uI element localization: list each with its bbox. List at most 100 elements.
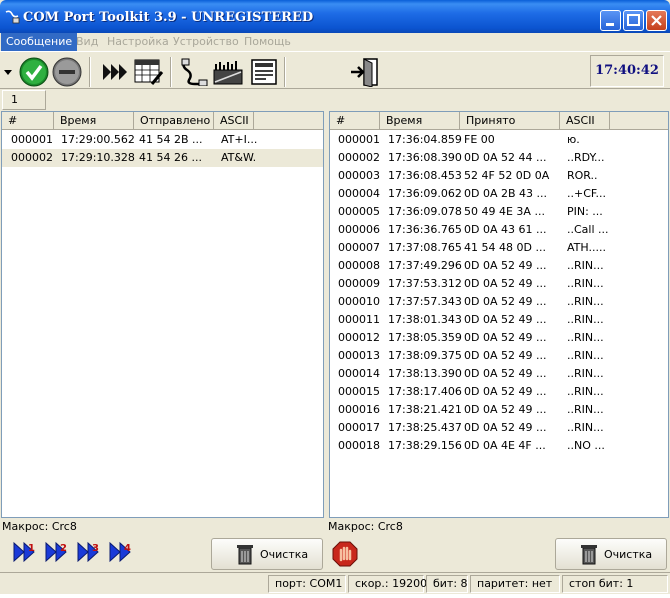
table-row[interactable]: 000005 17:36:09.078 50 49 4E 3A ... PIN: ..… [330,203,668,221]
table-row[interactable]: 000003 17:36:08.453 52 4F 52 0D 0A ROR.. [330,167,668,185]
fast-send-button[interactable] [100,57,130,87]
table-row[interactable]: 000013 17:38:09.375 0D 0A 52 49 ... ..RIN..… [330,347,668,365]
stop-button[interactable] [331,539,359,569]
header-sent[interactable]: Отправлено [134,112,214,130]
header-ascii[interactable]: ASCII [560,112,610,130]
menu-view[interactable]: Вид [71,33,103,51]
table-row[interactable]: 000015 17:38:17.406 0D 0A 52 49 ... ..RIN..… [330,383,668,401]
table-row[interactable]: 000002 17:29:10.328 41 54 26 ... AT&W. [2,149,323,167]
menu-message[interactable]: Сообщение [1,33,78,51]
cell-ascii: PIN: ... [567,205,603,218]
app-window: COM Port Toolkit 3.9 - UNREGISTERED Сооб… [0,0,670,594]
table-row[interactable]: 000010 17:37:57.343 0D 0A 52 49 ... ..RIN..… [330,293,668,311]
cell-hex: 0D 0A 2B 43 ... [464,187,548,200]
cell-hex: 0D 0A 52 49 ... [464,295,547,308]
terminal-button[interactable] [249,57,279,87]
device-settings-button[interactable] [213,57,243,87]
cell-time: 17:38:25.437 [388,421,462,434]
header-number[interactable]: # [330,112,380,130]
disconnect-button[interactable] [52,57,82,87]
right-clear-button[interactable]: Очистка [555,538,667,570]
macro-1-icon: 1 [13,541,35,563]
cell-time: 17:37:49.296 [388,259,462,272]
cell-ascii: ..RDY... [567,151,605,164]
toolbar-separator [89,57,91,87]
macro-2-button[interactable]: 2 [44,539,72,565]
menu-device[interactable]: Устройство [168,33,244,51]
menu-settings[interactable]: Настройка [102,33,174,51]
cell-ascii: ..RIN... [567,313,604,326]
cell-id: 000010 [338,295,380,308]
table-row[interactable]: 000016 17:38:21.421 0D 0A 52 49 ... ..RIN..… [330,401,668,419]
table-row[interactable]: 000001 17:36:04.859 FE 00 ю. [330,131,668,149]
maximize-button[interactable] [623,10,644,31]
cell-id: 000007 [338,241,380,254]
cell-ascii: AT&W. [221,151,257,164]
cell-hex: 0D 0A 52 49 ... [464,313,547,326]
macro-3-button[interactable]: 3 [76,539,104,565]
left-clear-button[interactable]: Очистка [211,538,323,570]
cell-id: 000002 [338,151,380,164]
title-bar[interactable]: COM Port Toolkit 3.9 - UNREGISTERED [0,0,670,33]
table-row[interactable]: 000017 17:38:25.437 0D 0A 52 49 ... ..RIN..… [330,419,668,437]
right-clear-label: Очистка [604,547,653,561]
menu-help[interactable]: Помощь [239,33,296,51]
table-row[interactable]: 000012 17:38:05.359 0D 0A 52 49 ... ..RIN..… [330,329,668,347]
cell-hex: 41 54 48 0D ... [464,241,546,254]
table-row[interactable]: 000014 17:38:13.390 0D 0A 52 49 ... ..RIN..… [330,365,668,383]
cell-ascii: ATH..... [567,241,606,254]
table-edit-button[interactable] [134,57,164,87]
cell-id: 000002 [11,151,53,164]
table-row[interactable]: 000011 17:38:01.343 0D 0A 52 49 ... ..RIN..… [330,311,668,329]
minimize-button[interactable] [600,10,621,31]
cell-hex: 0D 0A 52 49 ... [464,349,547,362]
cell-time: 17:37:53.312 [388,277,462,290]
table-row[interactable]: 000008 17:37:49.296 0D 0A 52 49 ... ..RIN..… [330,257,668,275]
svg-text:2: 2 [60,543,67,554]
clock-display: 17:40:42 [590,55,664,87]
macro-4-button[interactable]: 4 [108,539,136,565]
cell-hex: 0D 0A 52 44 ... [464,151,547,164]
received-log-pane[interactable]: # Время Принято ASCII 000001 17:36:04.859… [329,111,669,518]
cell-ascii: ..RIN... [567,367,604,380]
cell-time: 17:29:10.328 [61,151,135,164]
cell-id: 000001 [338,133,380,146]
header-time[interactable]: Время [380,112,460,130]
toolbar-separator [170,57,172,87]
connect-button[interactable] [19,57,49,87]
status-stop-bits: стоп бит: 1 [562,575,668,593]
table-row[interactable]: 000002 17:36:08.390 0D 0A 52 44 ... ..RDY..… [330,149,668,167]
cell-ascii: ..Call ... [567,223,609,236]
macro-2-icon: 2 [45,541,67,563]
cell-ascii: ..NO ... [567,439,605,452]
cell-ascii: ю. [567,133,580,146]
tabs-row: 1 [0,89,670,110]
macro-1-button[interactable]: 1 [12,539,40,565]
header-ascii[interactable]: ASCII [214,112,254,130]
cell-hex: 0D 0A 43 61 ... [464,223,547,236]
cell-ascii: ..RIN... [567,259,604,272]
toolbar-dropdown[interactable] [1,57,15,87]
trash-icon [581,545,597,565]
table-row[interactable]: 000018 17:38:29.156 0D 0A 4E 4F ... ..NO ..… [330,437,668,455]
sent-table-header: # Время Отправлено ASCII [2,112,323,130]
table-row[interactable]: 000004 17:36:09.062 0D 0A 2B 43 ... ..+CF..… [330,185,668,203]
port-cable-button[interactable] [179,57,209,87]
cell-id: 000018 [338,439,380,452]
table-row[interactable]: 000007 17:37:08.765 41 54 48 0D ... ATH....… [330,239,668,257]
status-bar: порт: COM1 скор.: 19200 бит: 8 паритет: … [0,572,670,594]
cell-id: 000013 [338,349,380,362]
header-received[interactable]: Принято [460,112,560,130]
sent-log-pane[interactable]: # Время Отправлено ASCII 000001 17:29:00.… [1,111,324,518]
table-row[interactable]: 000001 17:29:00.562 41 54 2B ... AT+I... [2,131,323,149]
header-time[interactable]: Время [54,112,134,130]
exit-button[interactable] [350,57,380,87]
table-row[interactable]: 000009 17:37:53.312 0D 0A 52 49 ... ..RIN..… [330,275,668,293]
cell-time: 17:38:01.343 [388,313,462,326]
close-button[interactable] [646,10,667,31]
cell-id: 000006 [338,223,380,236]
stop-hand-icon [332,541,358,567]
tab-1[interactable]: 1 [2,90,46,110]
header-number[interactable]: # [2,112,54,130]
table-row[interactable]: 000006 17:36:36.765 0D 0A 43 61 ... ..Call … [330,221,668,239]
